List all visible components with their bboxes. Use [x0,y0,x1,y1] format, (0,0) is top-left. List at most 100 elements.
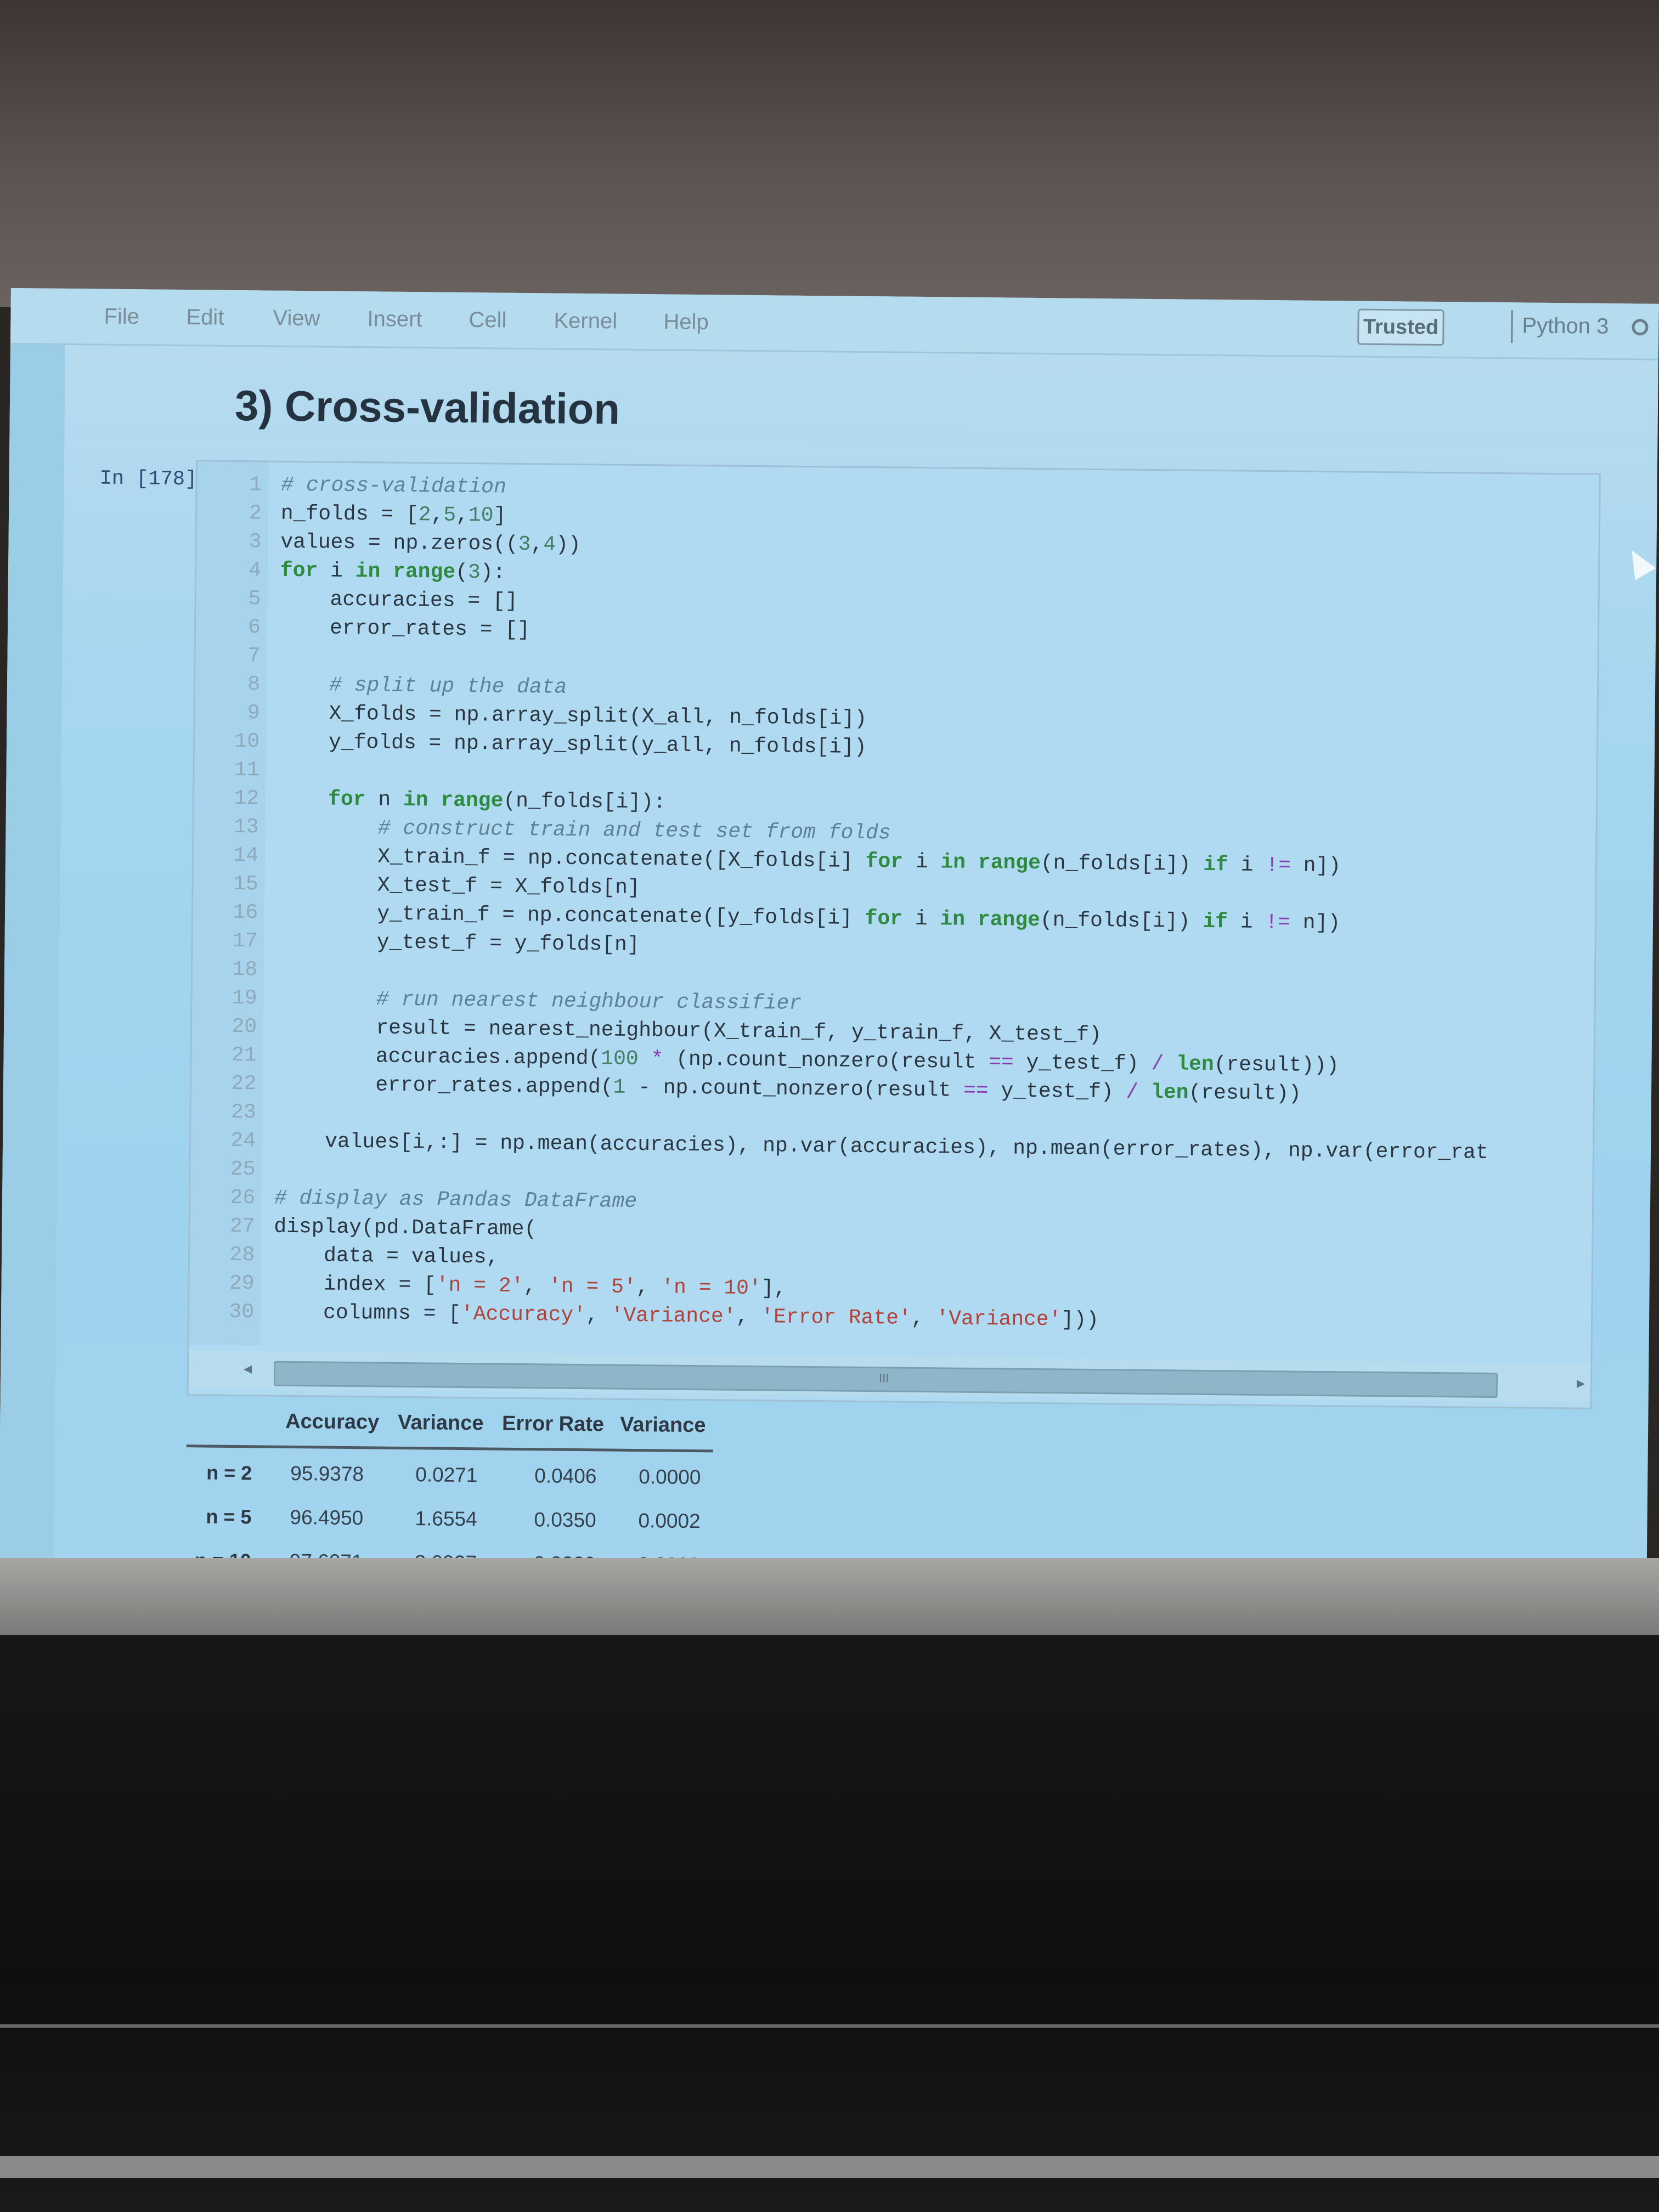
code-text: y_folds = np.array_split(y_all, n_folds[… [266,730,867,760]
line-number: 13 [233,815,259,839]
code-text: values = np.zeros((3,4)) [268,530,581,557]
code-line[interactable]: 25 [190,1157,274,1186]
desk-edge-line [0,2024,1659,2028]
code-text: result = nearest_neighbour(X_train_f, y_… [263,1015,1102,1047]
code-line[interactable]: 26 # display as Pandas DataFrame [190,1186,637,1218]
menu-cell[interactable]: Cell [469,308,506,333]
section-heading: 3) Cross-validation [234,381,620,433]
cell-prompt: In [178]: [99,467,210,492]
code-text: y_train_f = np.concatenate([y_folds[i] f… [264,901,1341,935]
line-number: 6 [248,616,261,640]
code-text: # run nearest neighbour classifier [376,988,802,1015]
code-line[interactable]: 27 display(pd.DataFrame( [190,1214,537,1246]
table-cell: 0.0271 [415,1463,478,1487]
code-line[interactable]: 8 # split up the data [195,672,567,704]
line-number: 25 [230,1157,256,1182]
line-number: 9 [247,701,260,725]
line-number: 8 [247,673,261,697]
table-cell: 0.0350 [534,1508,596,1532]
code-text: # construct train and test set from fold… [377,816,891,845]
line-number: 3 [249,530,262,554]
code-line[interactable]: 28 data = values, [190,1243,499,1274]
scroll-right-icon[interactable]: ▸ [1577,1373,1585,1392]
code-line[interactable]: 15 X_test_f = X_folds[n] [193,872,640,905]
notebook-left-margin [0,344,66,1627]
code-line[interactable]: 11 [194,758,278,787]
code-editor[interactable]: 1 # cross-validation 2 n_folds = [2,5,10]… [198,461,1599,1332]
projected-notebook: File Edit View Insert Cell Kernel Help T… [0,288,1659,1643]
line-number: 27 [229,1214,255,1239]
dark-foreground [0,1635,1659,2212]
code-text: data = values, [261,1243,499,1269]
code-line[interactable]: 30 columns = ['Accuracy', 'Variance', 'E… [189,1300,1099,1337]
code-line[interactable]: 4 for i in range(3): [196,558,506,589]
code-text: display(pd.DataFrame( [261,1215,537,1242]
code-line[interactable]: 18 [193,957,276,986]
line-number: 2 [249,501,262,526]
code-text: for i in range(3): [280,558,506,585]
menu-edit[interactable]: Edit [186,305,224,330]
code-text: # split up the data [329,673,567,699]
table-cell: 0.0406 [534,1464,597,1488]
column-header: Accuracy [285,1409,380,1434]
code-cell[interactable]: 1 # cross-validation 2 n_folds = [2,5,10]… [187,460,1601,1409]
code-line[interactable]: 24 values[i,:] = np.mean(accuracies), np… [191,1128,1488,1170]
code-text: y_test_f = y_folds[n] [264,929,640,957]
kernel-name: Python 3 [1522,313,1609,338]
line-number: 10 [234,729,260,754]
menu-insert[interactable]: Insert [367,307,422,332]
line-number: 15 [233,872,258,896]
menu-kernel[interactable]: Kernel [554,309,617,334]
code-text: index = ['n = 2', 'n = 5', 'n = 10'], [261,1272,787,1301]
menu-view[interactable]: View [273,306,320,331]
code-text: # display as Pandas DataFrame [274,1186,637,1214]
code-line[interactable]: 5 accuracies = [] [196,586,518,618]
code-line[interactable]: 10 y_folds = np.array_split(y_all, n_fol… [195,729,867,764]
column-header: Error Rate [501,1412,605,1436]
line-number: 24 [230,1128,256,1153]
trusted-badge[interactable]: Trusted [1357,308,1444,346]
line-number: 29 [229,1271,255,1296]
code-line[interactable]: 17 y_test_f = y_folds[n] [193,929,640,962]
table-cell: 0.0000 [639,1465,701,1489]
code-line[interactable]: 7 [195,644,279,673]
table-cell: 0.0002 [638,1509,701,1533]
line-number: 21 [231,1043,257,1068]
code-text: for n in range(n_folds[i]): [328,787,667,815]
code-line[interactable]: 23 [191,1100,275,1129]
code-text: accuracies.append(100 * (np.count_nonzer… [263,1043,1339,1078]
code-line[interactable]: 1 # cross-validation [197,472,506,504]
menu-file[interactable]: File [104,304,139,330]
line-number: 30 [229,1300,255,1324]
table-cell: 95.9378 [290,1462,364,1486]
lower-edge [0,2156,1659,2178]
scroll-left-icon[interactable]: ◂ [244,1359,252,1378]
line-number: 14 [233,843,259,868]
menu-help[interactable]: Help [663,309,709,335]
table-cell: 1.6554 [415,1507,477,1531]
line-number: 20 [232,1014,257,1039]
code-text: values[i,:] = np.mean(accuracies), np.va… [262,1129,1488,1165]
code-text: columns = ['Accuracy', 'Variance', 'Erro… [260,1300,1099,1333]
code-line[interactable]: 3 values = np.zeros((3,4)) [196,529,581,562]
line-number: 11 [234,758,259,782]
code-text: n_folds = [2,5,10] [268,501,506,528]
scrollbar-thumb[interactable]: III [273,1361,1498,1398]
row-index: n = 2 [206,1461,252,1485]
code-text: X_test_f = X_folds[n] [264,872,640,900]
code-line[interactable]: 6 error_rates = [] [196,615,530,647]
line-number: 16 [233,900,258,925]
code-line[interactable]: 12 for n in range(n_folds[i]): [194,786,666,819]
code-text: accuracies = [] [267,587,518,613]
code-text: # cross-validation [281,473,507,499]
line-number: 18 [232,957,258,982]
horizontal-scrollbar[interactable]: ◂ III ▸ [188,1350,1591,1402]
line-number: 5 [248,587,261,611]
line-number: 7 [247,644,261,668]
code-line[interactable]: 2 n_folds = [2,5,10] [197,501,506,532]
